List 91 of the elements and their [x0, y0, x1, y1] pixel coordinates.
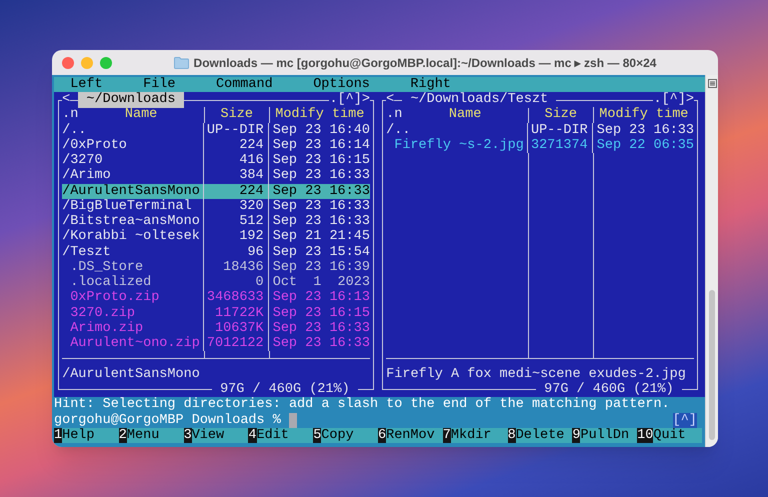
- shell-prompt: gorgohu@GorgoMBP Downloads %: [54, 412, 281, 428]
- file-name[interactable]: /BigBlueTerminal: [62, 198, 204, 214]
- file-size: UP--DIR: [203, 122, 268, 138]
- function-key[interactable]: RenMov: [386, 428, 443, 443]
- file-size: 320: [203, 198, 268, 214]
- panel-toggle[interactable]: [^]: [672, 412, 697, 428]
- file-name[interactable]: /Korabbi ~oltesek: [62, 229, 204, 245]
- file-size: 96: [203, 244, 268, 260]
- key-number: 9: [572, 428, 580, 443]
- mini-status: /AurulentSansMono: [62, 366, 201, 382]
- file-time: Sep 23 16:15: [268, 306, 370, 321]
- file-time: Sep 23 16:33: [268, 320, 370, 336]
- minimize-button[interactable]: [81, 56, 93, 68]
- file-size: 18436: [203, 260, 268, 276]
- panel-path: ~/Downloads: [78, 92, 184, 108]
- file-name[interactable]: /Bitstrea~ansMono: [62, 214, 204, 230]
- file-size: 10637K: [203, 320, 268, 336]
- file-time: Sep 22 06:35: [592, 138, 694, 154]
- panel-path: ~/Downloads/Teszt: [402, 92, 556, 108]
- file-time: Sep 23 16:33: [592, 122, 694, 138]
- file-name[interactable]: /..: [62, 122, 204, 138]
- file-time: Sep 23 16:39: [268, 260, 370, 276]
- file-name[interactable]: /..: [386, 122, 528, 138]
- function-key[interactable]: Delete: [516, 428, 572, 443]
- file-time: Sep 23 16:33: [268, 214, 370, 230]
- file-name[interactable]: .localized: [62, 275, 204, 290]
- function-key[interactable]: Menu: [126, 428, 184, 443]
- disk-usage: 97G / 460G (21%): [536, 382, 682, 398]
- text-cursor: [288, 412, 298, 428]
- file-time: Sep 21 21:45: [268, 229, 370, 245]
- file-time: Sep 23 16:33: [268, 198, 370, 214]
- function-key[interactable]: Mkdir: [450, 428, 508, 443]
- function-key[interactable]: Quit: [653, 428, 702, 443]
- file-size: UP--DIR: [527, 122, 592, 138]
- disk-usage: 97G / 460G (21%): [212, 382, 358, 398]
- file-size: 416: [203, 153, 268, 168]
- file-size: 192: [203, 229, 268, 245]
- menu-item[interactable]: Right: [410, 77, 451, 92]
- file-size: 0: [203, 275, 268, 290]
- file-size: 224: [203, 184, 268, 199]
- window-title: Downloads — mc [gorgohu@GorgoMBP.local]:~/Downloads — mc ▸ zsh — 80×24: [194, 54, 656, 72]
- column-header[interactable]: Size: [544, 107, 577, 123]
- sort-indicator[interactable]: .n: [62, 107, 78, 123]
- key-number: 10: [637, 428, 654, 443]
- mini-status: Firefly A fox medi~scene exudes-2.jpg: [386, 366, 687, 382]
- folder-icon: [174, 56, 189, 68]
- function-key[interactable]: PullDn: [580, 428, 638, 443]
- file-size: 3468633: [203, 290, 268, 306]
- file-name[interactable]: /3270: [62, 153, 204, 168]
- column-header[interactable]: Modify time: [275, 107, 364, 123]
- file-time: Sep 23 16:33: [268, 184, 370, 199]
- file-name[interactable]: /Teszt: [62, 244, 204, 260]
- menu-item[interactable]: Options: [313, 77, 370, 92]
- file-size: 7012122: [203, 336, 268, 352]
- file-time: Sep 23 16:14: [268, 138, 370, 154]
- function-key[interactable]: Copy: [321, 428, 378, 443]
- key-number: 5: [313, 428, 322, 443]
- column-header[interactable]: Name: [124, 107, 158, 123]
- file-name[interactable]: .DS_Store: [62, 260, 204, 276]
- file-name[interactable]: /Arimo: [62, 168, 204, 184]
- file-time: Sep 23 15:54: [268, 244, 370, 260]
- file-size: 224: [203, 138, 268, 154]
- menu-item[interactable]: Left: [70, 77, 103, 92]
- menu-item[interactable]: File: [143, 77, 176, 92]
- file-size: 3271374: [527, 138, 592, 154]
- file-size: 512: [203, 214, 268, 230]
- column-header[interactable]: Modify time: [599, 107, 688, 123]
- key-number: 1: [54, 428, 62, 443]
- zoom-button[interactable]: [100, 56, 112, 68]
- file-size: 11722K: [203, 306, 268, 321]
- scrollbar-thumb[interactable]: [709, 290, 715, 440]
- sort-indicator[interactable]: .n: [386, 107, 402, 123]
- file-time: Oct 1 2023: [268, 275, 370, 290]
- file-name[interactable]: Firefly ~s-2.jpg: [386, 138, 528, 154]
- panel-controls[interactable]: .[^]>: [329, 92, 370, 108]
- panel-controls[interactable]: .[^]>: [653, 92, 694, 108]
- column-header[interactable]: Name: [448, 107, 482, 123]
- close-button[interactable]: [62, 56, 74, 68]
- function-key[interactable]: Edit: [256, 428, 314, 443]
- hint-text: Hint: Selecting directories: add a slash to the end of the matching pattern.: [54, 397, 671, 412]
- column-header[interactable]: Size: [220, 107, 253, 123]
- function-key[interactable]: Help: [62, 428, 119, 443]
- file-time: Sep 23 16:15: [268, 153, 370, 168]
- menu-item[interactable]: Command: [216, 77, 273, 92]
- file-name[interactable]: /AurulentSansMono: [62, 184, 204, 199]
- file-name[interactable]: /0xProto: [62, 138, 204, 154]
- file-time: Sep 23 16:40: [268, 122, 370, 138]
- file-time: Sep 23 16:13: [268, 290, 370, 306]
- menu-icon[interactable]: [708, 79, 717, 88]
- key-number: 4: [248, 428, 256, 443]
- file-time: Sep 23 16:33: [268, 336, 370, 352]
